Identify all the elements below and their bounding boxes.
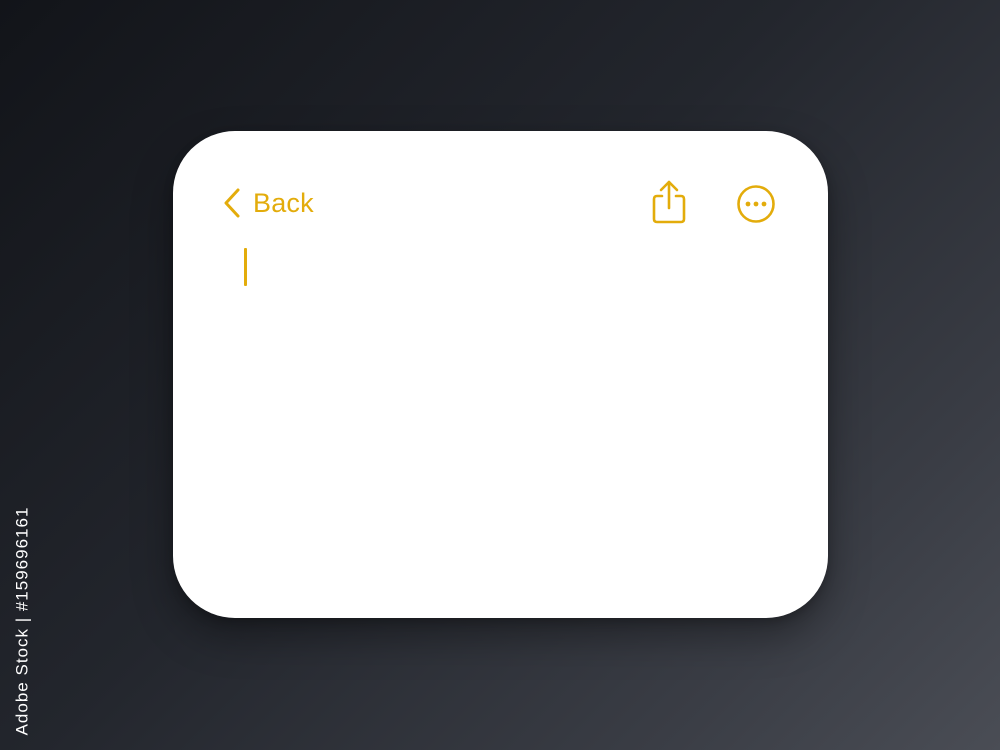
ellipsis-circle-icon (737, 185, 775, 223)
stock-id-watermark: Adobe Stock | #159696161 (12, 506, 32, 736)
stock-id-text: Adobe Stock | #159696161 (12, 506, 31, 736)
share-icon (652, 180, 686, 224)
note-text-area[interactable] (237, 241, 777, 571)
chevron-left-icon (221, 185, 243, 221)
text-cursor (244, 248, 247, 286)
note-card: Back (173, 131, 828, 618)
share-button[interactable] (649, 179, 689, 225)
back-button[interactable]: Back (221, 185, 314, 221)
back-label: Back (253, 187, 314, 218)
more-options-button[interactable] (736, 184, 776, 224)
